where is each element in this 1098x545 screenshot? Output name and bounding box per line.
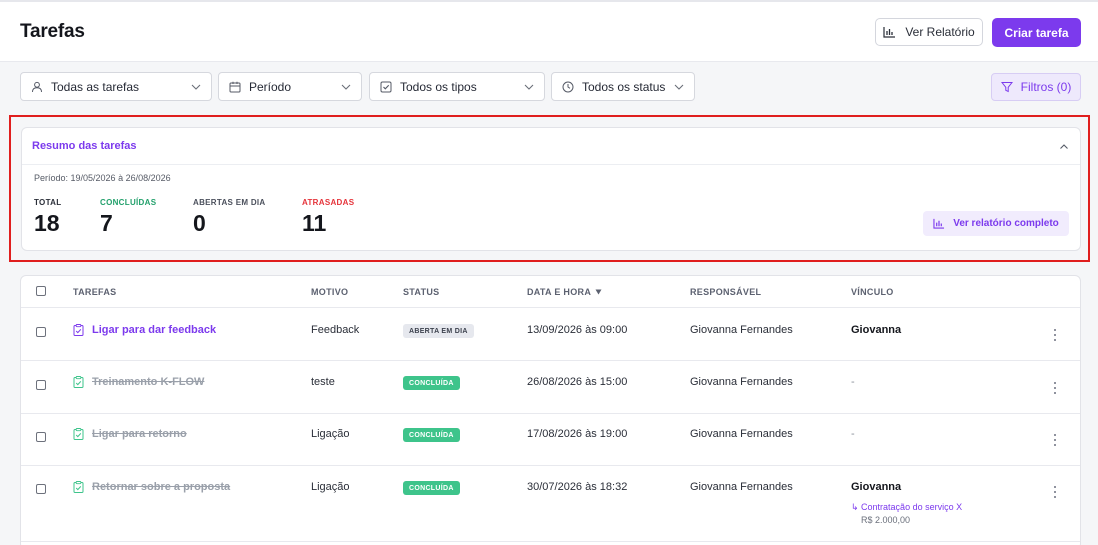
header-datetime-label: DATA E HORA xyxy=(527,287,592,297)
clipboard-check-icon xyxy=(73,481,84,493)
stat-open-on-time-label: ABERTAS EM DIA xyxy=(193,198,266,207)
tasks-table: TAREFAS MOTIVO STATUS DATA E HORA RESPON… xyxy=(20,275,1081,545)
task-reason: Ligação xyxy=(311,428,350,440)
stat-completed-value: 7 xyxy=(100,210,113,236)
chevron-down-icon xyxy=(341,82,351,92)
task-link-value: R$ 2.000,00 xyxy=(861,515,911,525)
checkbox-icon xyxy=(380,80,393,93)
task-name: Treinamento K-FLOW xyxy=(92,376,205,388)
more-options-icon[interactable] xyxy=(1053,434,1057,446)
task-datetime: 17/08/2026 às 19:00 xyxy=(527,428,628,440)
task-reason: Ligação xyxy=(311,481,350,493)
chevron-down-icon xyxy=(674,82,684,92)
task-datetime: 26/08/2026 às 15:00 xyxy=(527,376,628,388)
task-responsible: Giovanna Fernandes xyxy=(690,324,793,336)
row-divider xyxy=(21,541,1080,542)
row-divider xyxy=(21,360,1080,361)
more-options-icon[interactable] xyxy=(1053,329,1057,341)
row-checkbox[interactable] xyxy=(36,484,46,494)
task-summary-card: Resumo das tarefas Período: 19/05/2026 à… xyxy=(21,127,1081,251)
status-badge: CONCLUÍDA xyxy=(403,481,460,495)
chevron-up-icon[interactable] xyxy=(1058,140,1070,152)
funnel-icon xyxy=(1000,81,1013,93)
task-link[interactable]: Giovanna xyxy=(851,481,901,493)
calendar-icon xyxy=(229,80,242,93)
task-name: Ligar para dar feedback xyxy=(92,324,217,336)
row-checkbox[interactable] xyxy=(36,327,46,337)
header-responsible: RESPONSÁVEL xyxy=(690,287,762,297)
more-options-icon[interactable] xyxy=(1053,486,1057,498)
page-header: Tarefas Ver Relatório Criar tarefa xyxy=(0,2,1098,62)
task-responsible: Giovanna Fernandes xyxy=(690,428,793,440)
task-datetime: 30/07/2026 às 18:32 xyxy=(527,481,628,493)
row-checkbox[interactable] xyxy=(36,432,46,442)
bar-chart-icon xyxy=(933,218,945,229)
filters-button[interactable]: Filtros (0) xyxy=(991,73,1081,101)
period-filter[interactable]: Período xyxy=(218,72,362,101)
summary-title: Resumo das tarefas xyxy=(32,140,137,152)
row-divider xyxy=(21,465,1080,466)
more-options-icon[interactable] xyxy=(1053,382,1057,394)
status-badge: CONCLUÍDA xyxy=(403,376,460,390)
stat-open-on-time-value: 0 xyxy=(193,210,206,236)
table-row-task[interactable]: Treinamento K-FLOW xyxy=(73,376,204,388)
table-row-task[interactable]: Retornar sobre a proposta xyxy=(73,481,230,493)
task-link: - xyxy=(851,428,855,440)
stat-total-value: 18 xyxy=(34,210,60,236)
sort-down-icon xyxy=(595,289,602,295)
status-badge: ABERTA EM DIA xyxy=(403,324,474,338)
header-datetime[interactable]: DATA E HORA xyxy=(527,287,602,297)
bar-chart-icon xyxy=(883,26,896,38)
full-report-button[interactable]: Ver relatório completo xyxy=(923,211,1069,236)
view-report-button[interactable]: Ver Relatório xyxy=(875,18,983,46)
task-datetime: 13/09/2026 às 09:00 xyxy=(527,324,628,336)
status-filter-label: Todos os status xyxy=(582,79,666,94)
header-reason: MOTIVO xyxy=(311,287,349,297)
clock-icon xyxy=(562,80,575,93)
clipboard-check-icon xyxy=(73,428,84,440)
clipboard-check-icon xyxy=(73,376,84,388)
task-reason: Feedback xyxy=(311,324,360,336)
stat-completed-label: CONCLUÍDAS xyxy=(100,198,157,207)
row-divider xyxy=(21,413,1080,414)
header-status: STATUS xyxy=(403,287,440,297)
row-checkbox[interactable] xyxy=(36,380,46,390)
task-responsible: Giovanna Fernandes xyxy=(690,376,793,388)
task-name: Ligar para retorno xyxy=(92,428,187,440)
task-link[interactable]: Giovanna xyxy=(851,324,901,336)
task-link: - xyxy=(851,376,855,388)
page-title: Tarefas xyxy=(20,21,85,42)
select-all-checkbox[interactable] xyxy=(36,286,46,296)
stat-total-label: TOTAL xyxy=(34,198,62,207)
status-badge: CONCLUÍDA xyxy=(403,428,460,442)
header-tasks: TAREFAS xyxy=(73,287,117,297)
task-link-deal[interactable]: ↳ Contratação do serviço X xyxy=(851,502,962,513)
status-filter[interactable]: Todos os status xyxy=(551,72,695,101)
create-task-button[interactable]: Criar tarefa xyxy=(992,18,1081,47)
chevron-down-icon xyxy=(191,82,201,92)
filters-button-label: Filtros (0) xyxy=(1020,80,1072,94)
type-filter-label: Todos os tipos xyxy=(400,79,477,94)
stat-late-value: 11 xyxy=(302,210,327,236)
stat-late-label: ATRASADAS xyxy=(302,198,355,207)
user-icon xyxy=(31,80,44,93)
summary-period: Período: 19/05/2026 à 26/08/2026 xyxy=(34,173,171,183)
assignee-filter-label: Todas as tarefas xyxy=(51,79,140,94)
full-report-label: Ver relatório completo xyxy=(953,218,1059,229)
table-row-task[interactable]: Ligar para retorno xyxy=(73,428,187,440)
chevron-down-icon xyxy=(524,82,534,92)
header-link: VÍNCULO xyxy=(851,287,894,297)
table-row-task[interactable]: Ligar para dar feedback xyxy=(73,324,216,336)
summary-divider xyxy=(22,164,1080,165)
assignee-filter[interactable]: Todas as tarefas xyxy=(20,72,212,101)
view-report-label: Ver Relatório xyxy=(905,25,975,39)
clipboard-icon xyxy=(73,324,84,336)
header-divider xyxy=(21,307,1080,308)
task-responsible: Giovanna Fernandes xyxy=(690,481,793,493)
task-reason: teste xyxy=(311,376,335,388)
type-filter[interactable]: Todos os tipos xyxy=(369,72,545,101)
task-name: Retornar sobre a proposta xyxy=(92,481,231,493)
period-filter-label: Período xyxy=(249,79,292,94)
